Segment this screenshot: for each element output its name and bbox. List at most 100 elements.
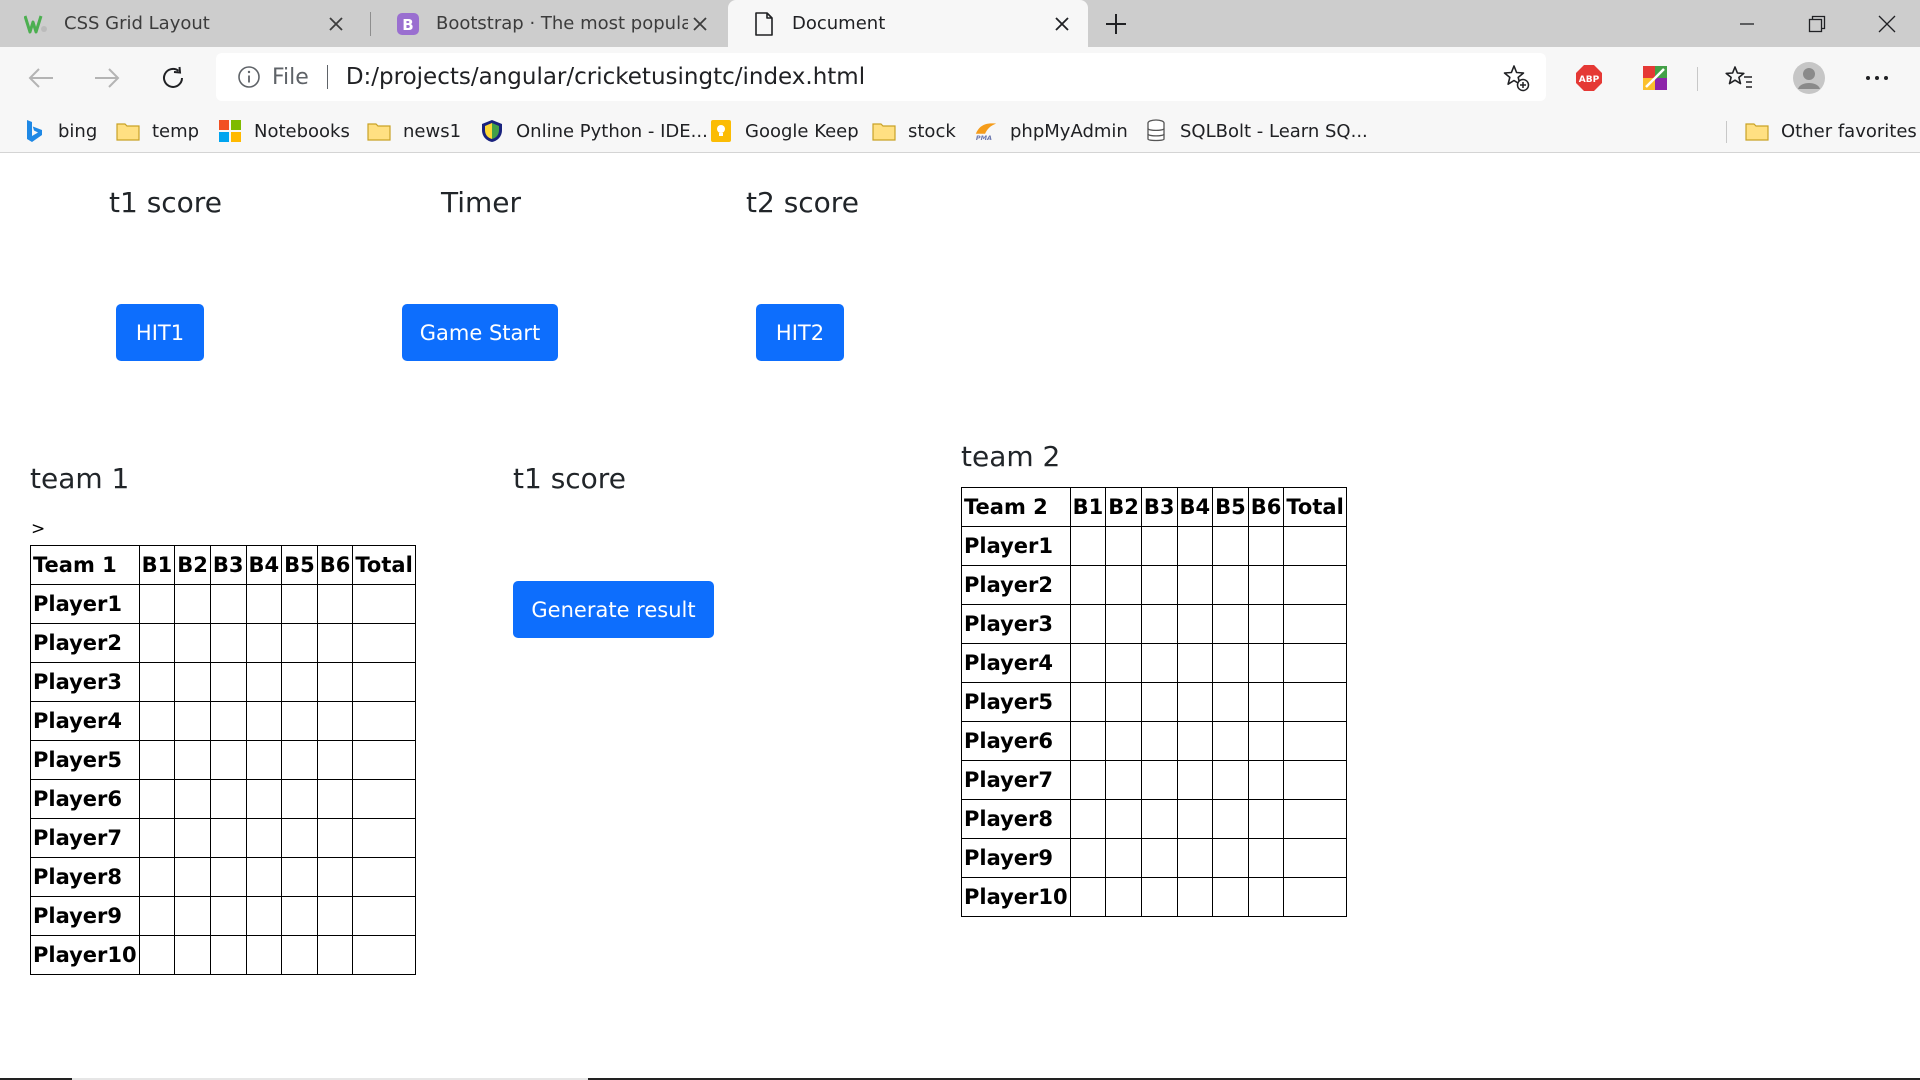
hit1-button[interactable]: HIT1 (116, 304, 204, 361)
ball-cell (1247, 799, 1285, 839)
bookmark-label: bing (58, 120, 98, 142)
ball-cell (245, 740, 283, 780)
restore-button[interactable] (1782, 0, 1852, 47)
table-row: Player10 (30, 935, 416, 975)
colorful-extension-button[interactable] (1636, 59, 1674, 97)
ball-cell (316, 701, 354, 741)
bookmark-notebooks[interactable]: Notebooks (218, 109, 350, 153)
folder-icon (872, 119, 896, 143)
ball-cell (1105, 721, 1142, 761)
add-favorite-icon[interactable] (1502, 64, 1530, 92)
shield-icon (480, 119, 504, 143)
refresh-button[interactable] (154, 59, 192, 97)
ball-cell (245, 857, 283, 897)
table-row: Player1 (30, 584, 416, 624)
ball-cell (1140, 604, 1178, 644)
player-name-cell: Player2 (30, 623, 140, 663)
bookmark-other-favorites[interactable]: Other favorites (1745, 109, 1917, 153)
bookmark-temp[interactable]: temp (116, 109, 199, 153)
table-row: Player2 (30, 623, 416, 663)
table-header-ball: B6 (316, 545, 354, 585)
table-header-ball: B5 (281, 545, 318, 585)
avatar-icon (1793, 62, 1825, 94)
ball-cell (1212, 526, 1249, 566)
ball-cell (1069, 760, 1107, 800)
ball-cell (1105, 565, 1142, 605)
ball-cell (1069, 604, 1107, 644)
team2-heading: team 2 (961, 440, 1061, 473)
back-button[interactable] (22, 59, 60, 97)
minimize-button[interactable] (1712, 0, 1782, 47)
total-cell (1283, 838, 1347, 878)
table-row: Player10 (961, 877, 1347, 917)
ball-cell (1140, 877, 1178, 917)
game-start-button[interactable]: Game Start (402, 304, 558, 361)
ball-cell (1247, 604, 1285, 644)
total-cell (1283, 877, 1347, 917)
ball-cell (1247, 760, 1285, 800)
total-cell (352, 818, 416, 858)
adblock-extension-button[interactable]: ABP (1570, 59, 1608, 97)
close-icon[interactable] (324, 12, 348, 36)
info-icon[interactable] (236, 64, 262, 90)
ball-cell (138, 584, 176, 624)
ball-cell (281, 818, 318, 858)
bookmark-bing[interactable]: bing (22, 109, 97, 153)
ball-cell (1247, 526, 1285, 566)
team2-table: Team 2 B1 B2 B3 B4 B5 B6 Total Player1 Player2 Pl… (961, 487, 1347, 917)
ball-cell (245, 896, 283, 936)
ball-cell (1105, 838, 1142, 878)
page-content: t1 score Timer t2 score HIT1 Game Start … (0, 154, 1920, 1080)
ball-cell (245, 935, 283, 975)
ball-cell (1212, 877, 1249, 917)
bookmark-online-python[interactable]: Online Python - IDE... (480, 109, 708, 153)
player-name-cell: Player10 (961, 877, 1071, 917)
bookmark-google-keep[interactable]: Google Keep (709, 109, 859, 153)
tab-css-grid[interactable]: CSS Grid Layout (0, 0, 362, 47)
ball-cell (1212, 565, 1249, 605)
profile-button[interactable] (1790, 59, 1828, 97)
new-tab-button[interactable] (1100, 8, 1132, 40)
ball-cell (1140, 682, 1178, 722)
ball-cell (316, 623, 354, 663)
ball-cell (1069, 799, 1107, 839)
tab-document[interactable]: Document (728, 0, 1088, 47)
total-cell (1283, 565, 1347, 605)
table-header-ball: B3 (1140, 487, 1178, 527)
ball-cell (174, 857, 211, 897)
ball-cell (245, 662, 283, 702)
bookmark-sqlbolt[interactable]: SQLBolt - Learn SQ... (1144, 109, 1368, 153)
more-menu-button[interactable] (1858, 59, 1896, 97)
bookmark-phpmyadmin[interactable]: PMA phpMyAdmin (974, 109, 1128, 153)
ball-cell (1247, 682, 1285, 722)
total-cell (352, 662, 416, 702)
svg-text:ABP: ABP (1579, 75, 1600, 85)
bookmark-stock[interactable]: stock (872, 109, 956, 153)
bookmark-news1[interactable]: news1 (367, 109, 461, 153)
tab-title: Document (792, 13, 886, 34)
tab-title: CSS Grid Layout (64, 13, 210, 34)
ball-cell (174, 896, 211, 936)
total-cell (352, 857, 416, 897)
arrow-left-icon (28, 68, 53, 88)
tab-title: Bootstrap · The most popular HT (436, 13, 688, 34)
address-bar[interactable]: File D:/projects/angular/cricketusingtc/… (216, 53, 1546, 101)
total-cell (352, 896, 416, 936)
bookmark-label: Other favorites (1781, 120, 1917, 142)
table-header-total: Total (352, 545, 416, 585)
close-icon[interactable] (1050, 12, 1074, 36)
table-row: Player7 (961, 760, 1347, 800)
tab-bootstrap[interactable]: B Bootstrap · The most popular HT (372, 0, 726, 47)
forward-button[interactable] (88, 59, 126, 97)
url-text[interactable]: D:/projects/angular/cricketusingtc/index… (346, 64, 865, 90)
favorites-button[interactable] (1720, 59, 1758, 97)
player-name-cell: Player6 (961, 721, 1071, 761)
ball-cell (245, 818, 283, 858)
ball-cell (1069, 526, 1107, 566)
table-row: Player3 (30, 662, 416, 702)
close-window-button[interactable] (1852, 0, 1920, 47)
ball-cell (316, 779, 354, 819)
generate-result-button[interactable]: Generate result (513, 581, 714, 638)
close-icon[interactable] (688, 12, 712, 36)
hit2-button[interactable]: HIT2 (756, 304, 844, 361)
